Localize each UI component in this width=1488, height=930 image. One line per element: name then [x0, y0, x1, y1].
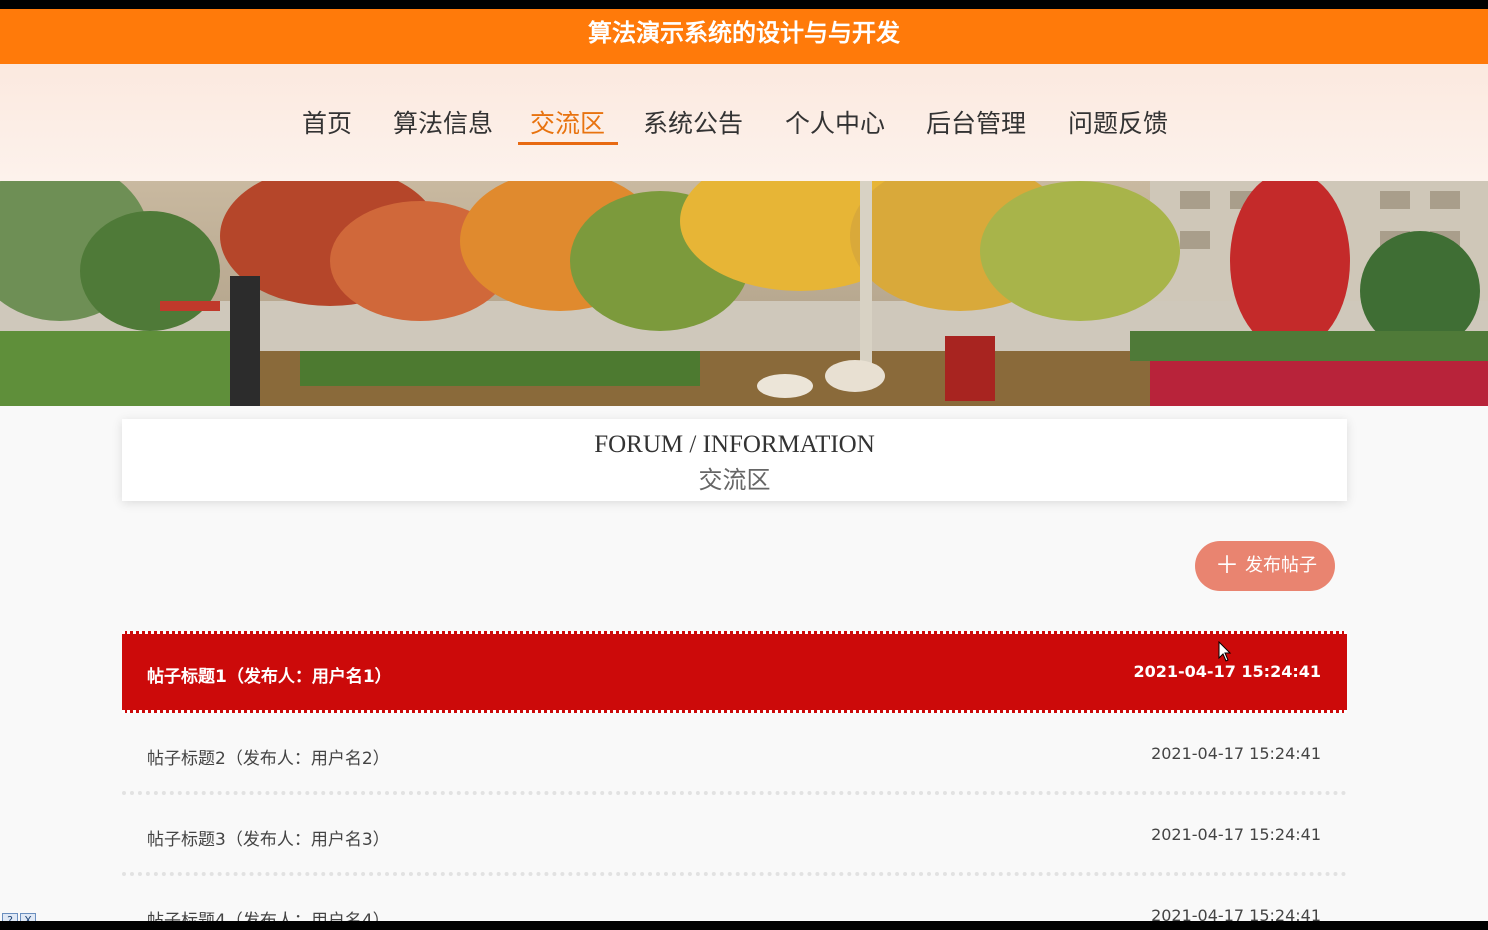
plus-icon: ＋ [1215, 551, 1239, 579]
app-header: 算法演示系统的设计与与开发 [0, 9, 1488, 64]
nav-item-admin[interactable]: 后台管理 [926, 104, 1026, 140]
post-row[interactable]: 帖子标题3（发布人：用户名3） 2021-04-17 15:24:41 [122, 797, 1347, 873]
corner-widget: ? X [2, 909, 38, 921]
publish-post-button[interactable]: ＋ 发布帖子 [1195, 541, 1335, 591]
nav-active-underline [518, 142, 618, 145]
post-row[interactable]: 帖子标题4（发布人：用户名4） 2021-04-17 15:24:41 [122, 878, 1347, 921]
banner-image [0, 181, 1488, 406]
post-time: 2021-04-17 15:24:41 [1151, 825, 1321, 844]
nav-item-home[interactable]: 首页 [302, 104, 352, 140]
post-row[interactable]: 帖子标题2（发布人：用户名2） 2021-04-17 15:24:41 [122, 716, 1347, 792]
nav-item-announcements[interactable]: 系统公告 [643, 104, 743, 140]
main-nav: 首页 算法信息 交流区 系统公告 个人中心 后台管理 问题反馈 [0, 64, 1488, 181]
mouse-cursor-icon [1218, 641, 1232, 662]
close-icon[interactable]: X [20, 913, 36, 921]
row-divider [122, 791, 1347, 795]
nav-item-personal-center[interactable]: 个人中心 [785, 104, 885, 140]
section-title-card: FORUM / INFORMATION 交流区 [122, 419, 1347, 501]
post-time: 2021-04-17 15:24:41 [1133, 662, 1321, 681]
post-title: 帖子标题2（发布人：用户名2） [147, 749, 390, 769]
nav-item-algorithm-info[interactable]: 算法信息 [393, 104, 493, 140]
section-title-cn: 交流区 [698, 466, 771, 494]
post-time: 2021-04-17 15:24:41 [1151, 906, 1321, 921]
post-title: 帖子标题3（发布人：用户名3） [147, 830, 390, 850]
row-divider [122, 872, 1347, 876]
post-row[interactable]: 帖子标题1（发布人：用户名1） 2021-04-17 15:24:41 [122, 631, 1347, 713]
nav-item-feedback[interactable]: 问题反馈 [1068, 104, 1168, 140]
app-title: 算法演示系统的设计与与开发 [588, 19, 900, 47]
publish-post-label: 发布帖子 [1245, 555, 1317, 576]
post-time: 2021-04-17 15:24:41 [1151, 744, 1321, 763]
section-title-en: FORUM / INFORMATION [594, 431, 875, 458]
help-icon[interactable]: ? [2, 913, 18, 921]
post-title: 帖子标题4（发布人：用户名4） [147, 911, 390, 921]
page: 算法演示系统的设计与与开发 首页 算法信息 交流区 系统公告 个人中心 后台管理… [0, 9, 1488, 921]
banner-carousel[interactable] [0, 181, 1488, 406]
post-title: 帖子标题1（发布人：用户名1） [147, 667, 392, 687]
nav-item-forum[interactable]: 交流区 [530, 104, 605, 140]
